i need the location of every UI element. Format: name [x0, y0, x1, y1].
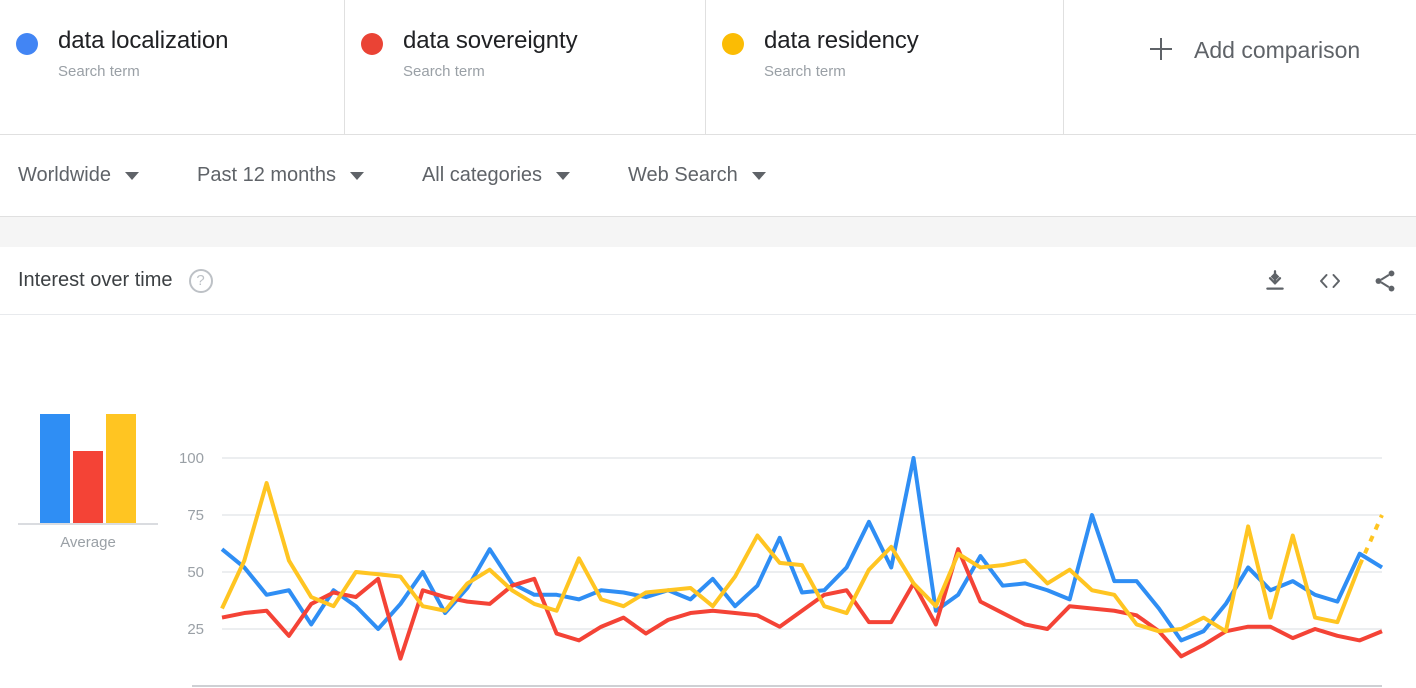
- filter-search-type[interactable]: Web Search: [628, 164, 766, 187]
- search-term-card-3[interactable]: data residency Search term: [706, 0, 1064, 134]
- search-term-card-2[interactable]: data sovereignty Search term: [345, 0, 706, 134]
- plus-icon: [1150, 38, 1172, 60]
- filter-time-range[interactable]: Past 12 months: [197, 164, 364, 187]
- filter-location[interactable]: Worldwide: [18, 164, 139, 187]
- filter-category[interactable]: All categories: [421, 164, 571, 187]
- search-term-label-2: data sovereignty: [403, 27, 578, 54]
- chevron-down-icon: [556, 171, 571, 180]
- series-color-dot-blue: [16, 33, 38, 55]
- download-icon[interactable]: [1262, 268, 1288, 294]
- series-line-data-residency[interactable]: [220, 481, 1362, 634]
- filter-category-label: All categories: [421, 164, 543, 186]
- add-comparison-button[interactable]: Add comparison: [1064, 0, 1416, 134]
- search-term-label-3: data residency: [764, 27, 919, 54]
- chevron-down-icon: [751, 171, 766, 180]
- search-term-type-1: Search term: [58, 63, 140, 80]
- filter-search-type-label: Web Search: [628, 164, 738, 186]
- help-circle-icon[interactable]: ?: [188, 268, 213, 293]
- search-term-card-1[interactable]: data localization Search term: [0, 0, 345, 134]
- search-term-type-3: Search term: [764, 63, 846, 80]
- chevron-down-icon: [349, 171, 364, 180]
- chevron-down-icon: [125, 171, 139, 180]
- y-axis-tick-50: 50: [187, 564, 204, 581]
- chart-area: Average 255075100Feb 25, 2018Jul 1, 2018…: [0, 315, 1416, 687]
- chart-actions: [1262, 268, 1398, 294]
- filter-bar: Worldwide Past 12 months All categories …: [0, 135, 1416, 217]
- add-comparison-label: Add comparison: [1194, 37, 1361, 63]
- embed-code-icon[interactable]: [1316, 268, 1344, 294]
- filter-time-range-label: Past 12 months: [197, 164, 336, 186]
- y-axis-tick-75: 75: [187, 507, 204, 524]
- comparison-bar: data localization Search term data sover…: [0, 0, 1416, 135]
- search-term-label-1: data localization: [58, 27, 229, 54]
- search-term-type-2: Search term: [403, 63, 485, 80]
- share-icon[interactable]: [1372, 268, 1398, 294]
- series-color-dot-red: [361, 33, 383, 55]
- interest-line-chart[interactable]: 255075100Feb 25, 2018Jul 1, 2018Nov 4, 2…: [0, 315, 1416, 687]
- line-chart-svg[interactable]: 255075100Feb 25, 2018Jul 1, 2018Nov 4, 2…: [0, 315, 1416, 687]
- section-divider-band: [0, 217, 1416, 247]
- series-color-dot-yellow: [722, 33, 744, 55]
- interest-over-time-header: Interest over time ?: [0, 247, 1416, 315]
- page-title: Interest over time: [18, 269, 173, 291]
- y-axis-tick-25: 25: [187, 621, 204, 638]
- y-axis-tick-100: 100: [179, 450, 204, 467]
- filter-location-label: Worldwide: [18, 164, 111, 186]
